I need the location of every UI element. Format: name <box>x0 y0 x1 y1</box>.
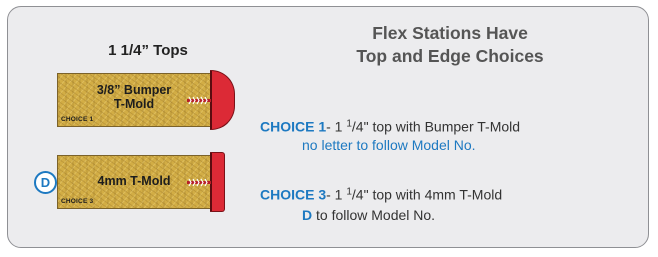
tops-heading: 1 1/4” Tops <box>108 42 188 59</box>
choice-3-note-letter: D <box>302 207 313 223</box>
main-heading-line1: Flex Stations Have <box>372 23 528 43</box>
choice-3-note: D to follow Model No. <box>302 207 435 223</box>
board-1-label-line2: T-Mold <box>113 97 155 111</box>
choice-3-line: CHOICE 3- 1 1/4" top with 4mm T-Mold <box>260 186 502 203</box>
choice-3-text-pre: - 1 <box>326 186 347 203</box>
choice-3-text-post: /4" top with 4mm T-Mold <box>351 186 503 203</box>
board-1-tag: CHOICE 1 <box>61 116 94 123</box>
board-3-tag: CHOICE 3 <box>61 198 94 205</box>
choice-1-text-post: /4" top with Bumper T-Mold <box>351 118 521 135</box>
board-1-label-line1: 3/8” Bumper <box>96 83 172 97</box>
choice-3-label: CHOICE 3 <box>260 186 327 203</box>
t-mold-barb-3 <box>187 178 211 187</box>
4mm-t-mold-edge <box>210 152 225 212</box>
main-heading: Flex Stations Have Top and Edge Choices <box>330 22 570 68</box>
main-heading-line2: Top and Edge Choices <box>356 46 544 66</box>
choice-1-label: CHOICE 1 <box>260 118 327 135</box>
choice-3-note-text: to follow Model No. <box>312 207 436 223</box>
choice-1-note: no letter to follow Model No. <box>302 137 476 153</box>
d-badge: D <box>34 171 57 194</box>
t-mold-barb-1 <box>187 96 211 105</box>
choice-1-line: CHOICE 1- 1 1/4" top with Bumper T-Mold <box>260 118 520 135</box>
choice-1-text-pre: - 1 <box>326 118 347 135</box>
